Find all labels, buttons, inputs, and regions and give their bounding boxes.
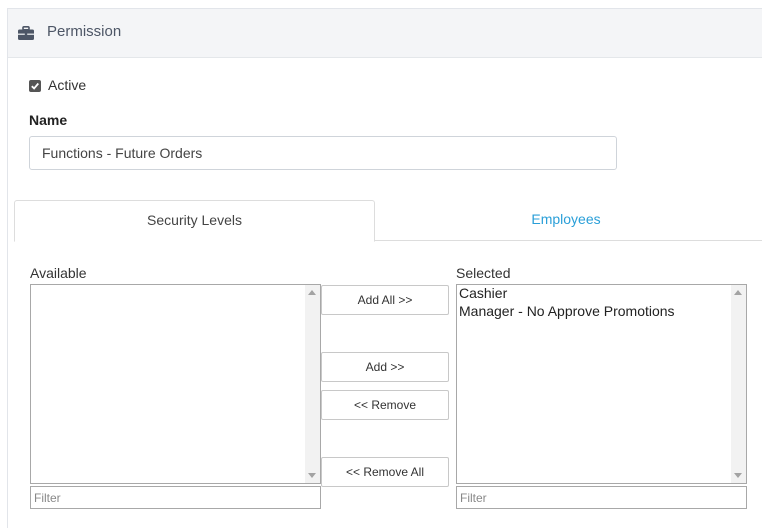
available-scrollbar[interactable] bbox=[305, 285, 320, 483]
available-listbox[interactable] bbox=[30, 284, 321, 484]
remove-all-button[interactable]: << Remove All bbox=[321, 457, 449, 487]
scroll-up-arrow-icon[interactable] bbox=[734, 290, 742, 295]
add-all-button[interactable]: Add All >> bbox=[321, 285, 449, 315]
selected-listbox[interactable]: Cashier Manager - No Approve Promotions bbox=[456, 284, 747, 484]
remove-button[interactable]: << Remove bbox=[321, 390, 449, 420]
scroll-up-arrow-icon[interactable] bbox=[308, 290, 316, 295]
available-caption: Available bbox=[30, 265, 87, 281]
add-button[interactable]: Add >> bbox=[321, 352, 449, 382]
selected-caption: Selected bbox=[456, 265, 511, 281]
list-item[interactable]: Manager - No Approve Promotions bbox=[459, 303, 675, 319]
panel-header: Permission bbox=[8, 9, 762, 58]
selected-scrollbar[interactable] bbox=[731, 285, 746, 483]
tab-security-levels[interactable]: Security Levels bbox=[14, 200, 375, 242]
list-item[interactable]: Cashier bbox=[459, 285, 507, 301]
name-label: Name bbox=[29, 112, 68, 128]
name-field[interactable] bbox=[29, 136, 617, 170]
active-label[interactable]: Active bbox=[48, 77, 86, 93]
active-checkbox[interactable] bbox=[29, 80, 41, 92]
available-filter-input[interactable] bbox=[30, 486, 321, 509]
briefcase-icon bbox=[18, 26, 34, 40]
tab-divider bbox=[374, 240, 762, 241]
selected-filter-input[interactable] bbox=[456, 486, 747, 509]
scroll-down-arrow-icon[interactable] bbox=[734, 473, 742, 478]
tab-employees[interactable]: Employees bbox=[376, 200, 756, 240]
panel-title: Permission bbox=[47, 23, 122, 40]
scroll-down-arrow-icon[interactable] bbox=[308, 473, 316, 478]
